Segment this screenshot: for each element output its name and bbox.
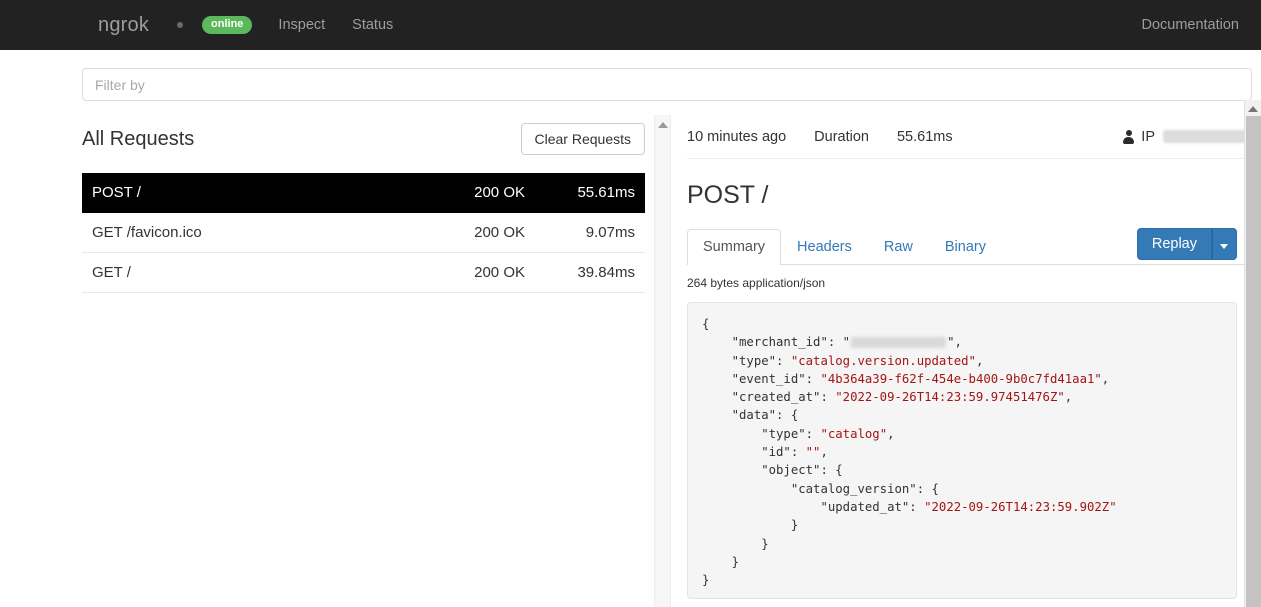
scroll-up-arrow-icon[interactable] <box>658 122 668 128</box>
json-line: "type": <box>702 426 821 441</box>
json-line: ", <box>947 335 962 350</box>
json-line: , <box>975 353 984 368</box>
nav-link-documentation[interactable]: Documentation <box>1141 17 1239 33</box>
page-title: All Requests <box>82 127 195 150</box>
json-body-viewer: { "merchant_id": " ", "type": "catalog.ve… <box>687 302 1237 599</box>
json-value: "catalog.version.updated" <box>790 353 976 368</box>
panel-divider-scrollbar[interactable] <box>654 115 671 607</box>
json-line: "created_at": <box>702 390 836 405</box>
json-line: "object": { <box>702 463 843 478</box>
request-name: POST / <box>92 184 141 201</box>
filter-input[interactable] <box>82 68 1252 101</box>
json-line: "event_id": <box>702 371 821 386</box>
requests-list: POST / 200 OK 55.61ms GET /favicon.ico 2… <box>82 173 645 293</box>
json-line: "merchant_id": " <box>702 335 851 350</box>
request-name: GET /favicon.ico <box>92 224 202 241</box>
json-line: , <box>887 426 895 441</box>
tab-binary[interactable]: Binary <box>929 229 1002 265</box>
json-value: "" <box>805 445 821 460</box>
response-size-label: 264 bytes application/json <box>687 276 826 290</box>
json-line: "updated_at": <box>702 499 925 514</box>
requests-header: All Requests Clear Requests <box>82 115 645 159</box>
status-badge: online <box>202 16 253 34</box>
request-duration: 9.07ms <box>585 224 635 241</box>
json-line: , <box>820 445 828 460</box>
detail-tabs: Summary Headers Raw Binary Replay <box>687 227 1261 265</box>
client-ip-group: IP <box>1123 129 1251 145</box>
status-group: online <box>177 16 253 34</box>
json-line: } <box>702 573 710 588</box>
json-line: } <box>702 536 769 551</box>
json-line: "type": <box>702 353 791 368</box>
content-columns: All Requests Clear Requests POST / 200 O… <box>0 115 1261 607</box>
request-status: 200 OK <box>474 184 525 201</box>
filter-bar <box>0 50 1261 101</box>
json-value: "catalog" <box>820 426 888 441</box>
json-line: } <box>702 554 740 569</box>
replay-dropdown-caret-icon[interactable] <box>1212 228 1237 260</box>
tab-headers[interactable]: Headers <box>781 229 868 265</box>
detail-title: POST / <box>687 181 769 209</box>
json-line: , <box>1064 390 1073 405</box>
navbar-right: Documentation <box>1141 16 1239 34</box>
request-name: GET / <box>92 264 131 281</box>
main-content: All Requests Clear Requests POST / 200 O… <box>0 50 1261 607</box>
duration-label: Duration <box>814 128 869 145</box>
nav-link-status[interactable]: Status <box>352 17 393 33</box>
json-value: "4b364a39-f62f-454e-b400-9b0c7fd41aa1" <box>820 371 1102 386</box>
tab-raw[interactable]: Raw <box>868 229 929 265</box>
json-line: "id": <box>702 445 806 460</box>
request-status: 200 OK <box>474 224 525 241</box>
request-duration: 55.61ms <box>577 184 635 201</box>
ip-value-redacted <box>1163 130 1251 143</box>
table-row[interactable]: GET / 200 OK 39.84ms <box>82 253 645 293</box>
json-line: { <box>702 317 710 331</box>
table-row[interactable]: GET /favicon.ico 200 OK 9.07ms <box>82 213 645 253</box>
json-line: "data": { <box>702 408 799 423</box>
detail-meta-row: 10 minutes ago Duration 55.61ms IP <box>687 115 1261 159</box>
duration-value: 55.61ms <box>896 128 953 145</box>
request-duration: 39.84ms <box>577 264 635 281</box>
table-row[interactable]: POST / 200 OK 55.61ms <box>82 173 645 213</box>
page-scrollbar-thumb[interactable] <box>1246 116 1261 607</box>
replay-button[interactable]: Replay <box>1136 228 1212 260</box>
json-line: , <box>1101 371 1110 386</box>
json-value: "2022-09-26T14:23:59.97451476Z" <box>835 390 1065 405</box>
request-detail-panel: 10 minutes ago Duration 55.61ms IP POST … <box>671 115 1261 607</box>
top-navbar: ngrok online Inspect Status Documentatio… <box>0 0 1261 50</box>
replay-button-group: Replay <box>1136 228 1237 260</box>
page-scroll-up-arrow-icon[interactable] <box>1248 106 1258 112</box>
json-line: "catalog_version": { <box>702 481 939 496</box>
ip-label: IP <box>1141 128 1155 145</box>
request-status: 200 OK <box>474 264 525 281</box>
requests-panel: All Requests Clear Requests POST / 200 O… <box>82 115 645 607</box>
ngrok-brand-link[interactable]: ngrok <box>98 14 149 37</box>
person-icon <box>1123 129 1135 144</box>
request-timestamp: 10 minutes ago <box>687 128 787 145</box>
json-line: } <box>702 518 799 533</box>
merchant-id-redacted <box>851 337 947 349</box>
page-scrollbar[interactable] <box>1244 100 1261 607</box>
tab-summary[interactable]: Summary <box>687 228 782 265</box>
nav-link-inspect[interactable]: Inspect <box>278 17 325 33</box>
clear-requests-button[interactable]: Clear Requests <box>520 123 645 155</box>
json-value: "2022-09-26T14:23:59.902Z" <box>924 499 1117 514</box>
navbar-inner: ngrok online Inspect Status Documentatio… <box>0 14 1261 37</box>
status-dot-icon <box>177 22 184 28</box>
